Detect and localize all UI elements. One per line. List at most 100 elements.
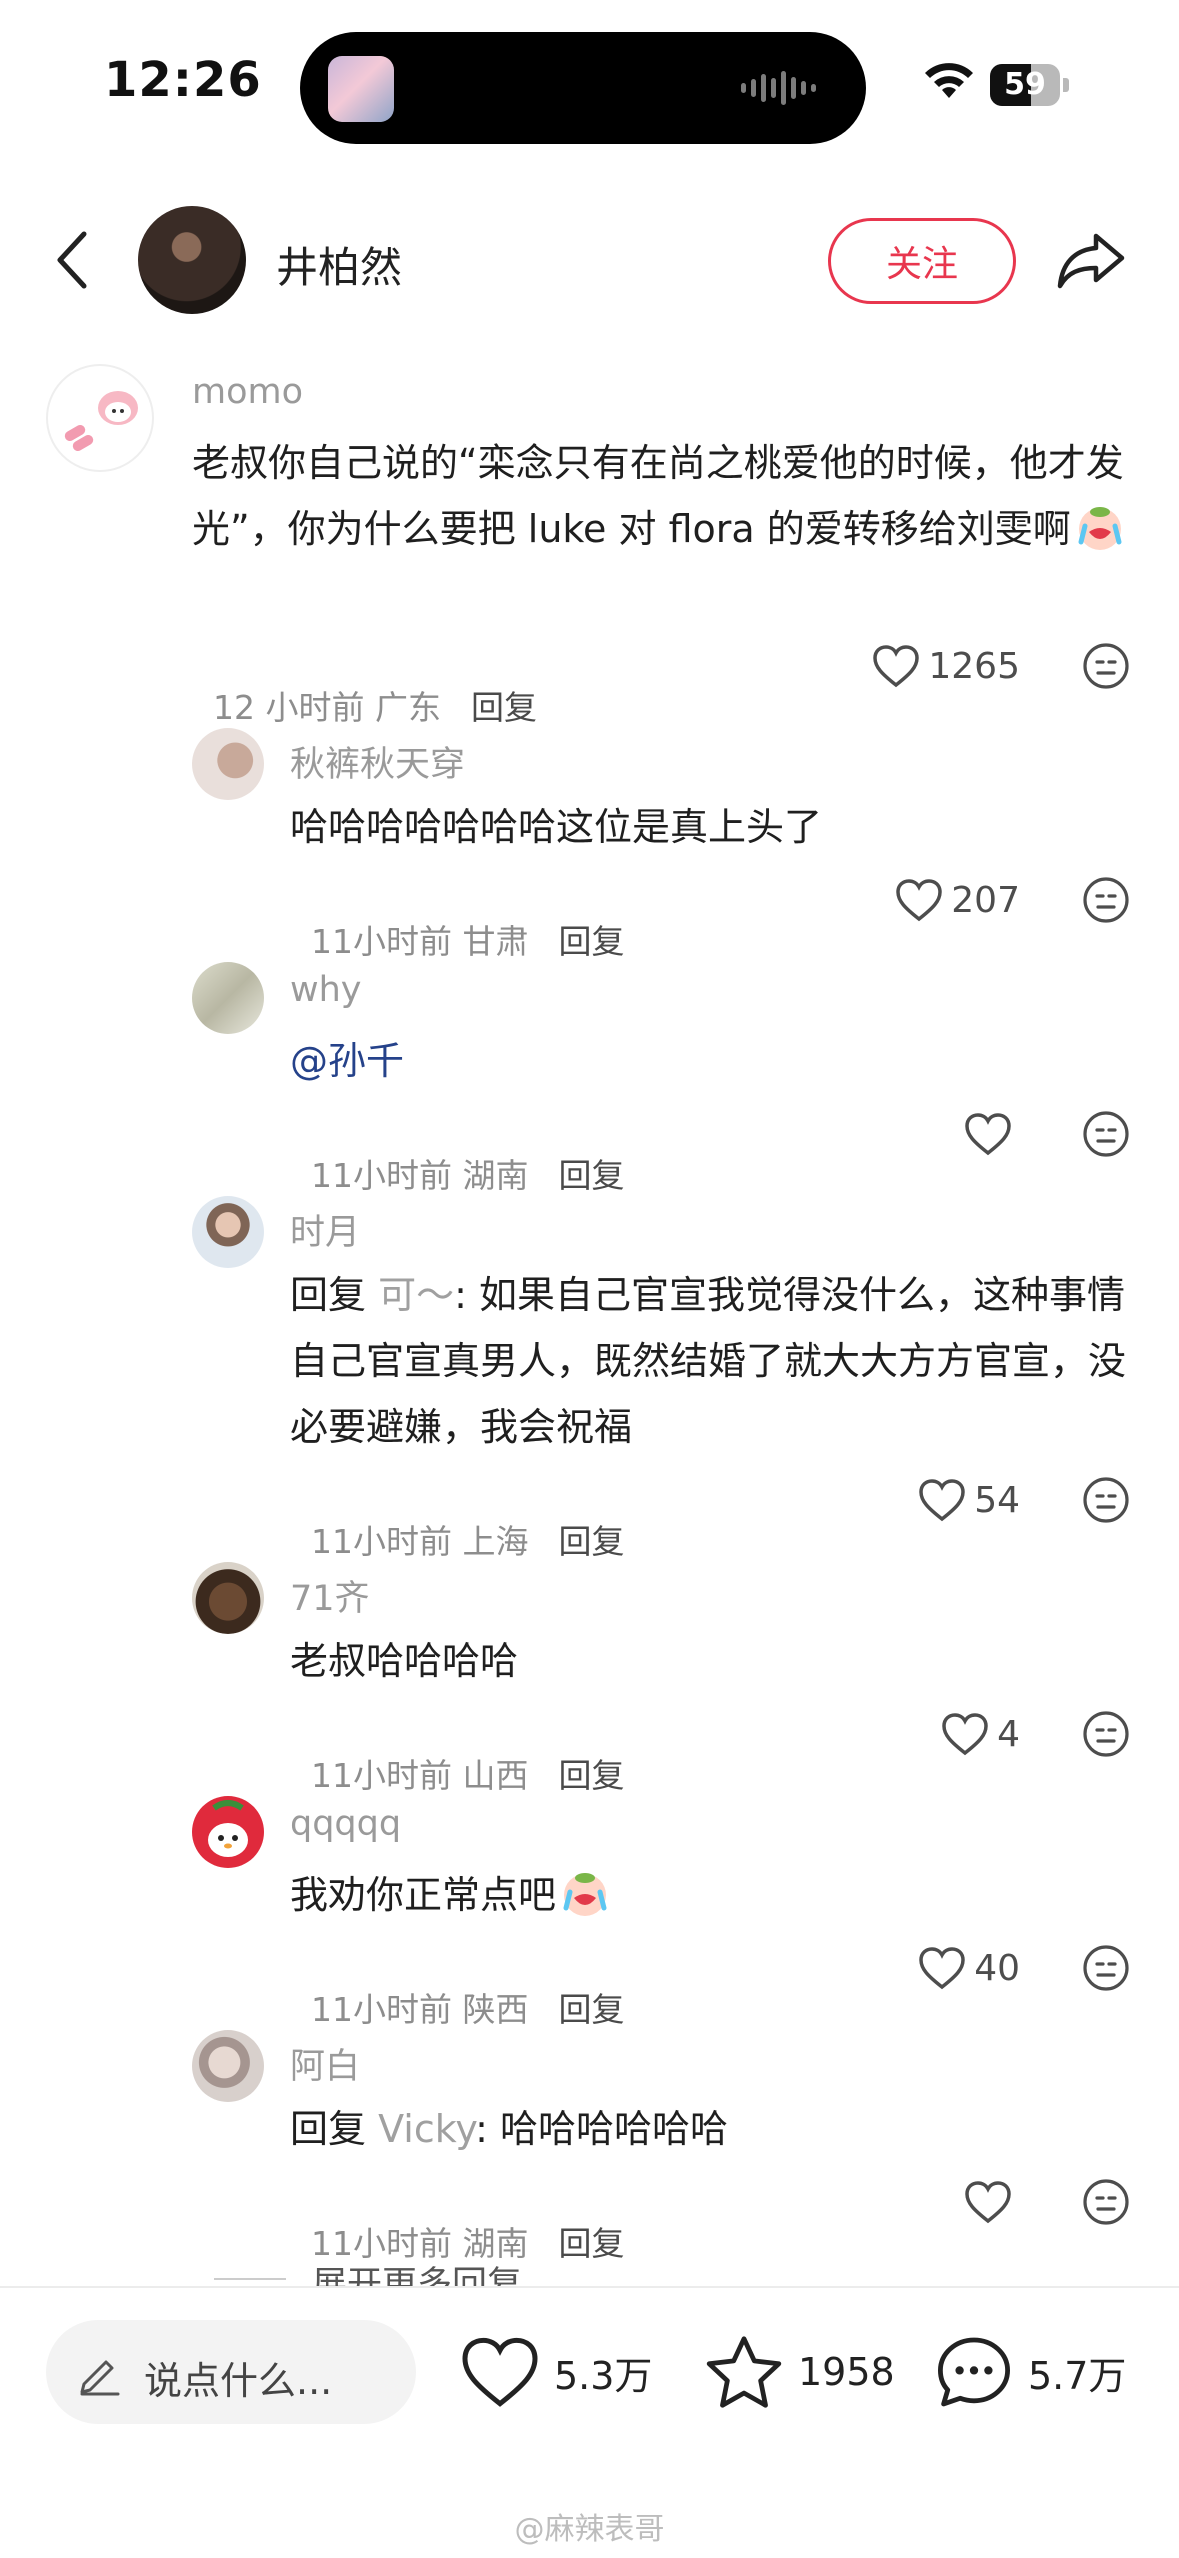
like-count: 207 (951, 879, 1020, 921)
comment-meta: 11小时前 湖南 回复 (290, 2178, 625, 2265)
face-icon[interactable] (1082, 1476, 1130, 1524)
crying-emoji-icon (1078, 507, 1122, 550)
like-button[interactable]: 4 (780, 1704, 1020, 1764)
comment-avatar[interactable] (192, 1196, 264, 1268)
dynamic-island[interactable] (300, 32, 866, 144)
reply-button[interactable]: 回复 (558, 1990, 624, 2029)
comment-avatar[interactable] (192, 2030, 264, 2102)
heart-icon (919, 1947, 965, 1990)
comment-location: 陕西 (462, 1990, 529, 2029)
face-icon[interactable] (1082, 1944, 1130, 1992)
comment-avatar[interactable] (192, 1562, 264, 1634)
heart-icon (965, 1113, 1011, 1156)
reply-button[interactable]: 回复 (558, 1756, 624, 1795)
comment-text: 我劝你正常点吧 (290, 1862, 610, 1928)
reply-button[interactable]: 回复 (558, 922, 624, 961)
face-icon[interactable] (1082, 2178, 1130, 2226)
comment-input[interactable]: 说点什么... (46, 2320, 416, 2424)
like-button[interactable]: 207 (780, 870, 1020, 930)
comment-text: 老叔哈哈哈哈 (290, 1639, 519, 1683)
like-count: 1265 (928, 645, 1020, 687)
comment-location: 广东 (374, 688, 441, 727)
reply-button[interactable]: 回复 (558, 1522, 624, 1561)
like-count: 40 (974, 1947, 1020, 1989)
comment-meta: 11小时前 上海 回复 (290, 1476, 625, 1563)
like-button[interactable] (780, 1104, 1020, 1164)
pencil-icon (80, 2360, 120, 2396)
crying-emoji-icon (563, 1873, 607, 1916)
follow-button[interactable]: 关注 (828, 218, 1016, 304)
reply-button[interactable]: 回复 (471, 688, 537, 727)
comment-username[interactable]: 71齐 (290, 1570, 370, 1621)
face-icon[interactable] (1082, 642, 1130, 690)
collect-button[interactable]: 1958 (704, 2322, 895, 2422)
reply-button[interactable]: 回复 (558, 2224, 624, 2263)
heart-icon (919, 1479, 965, 1522)
status-time: 12:26 (104, 52, 262, 108)
like-button[interactable]: 54 (780, 1470, 1020, 1530)
comment-avatar[interactable] (192, 728, 264, 800)
author-avatar[interactable] (138, 206, 246, 314)
collect-count: 1958 (798, 2350, 895, 2394)
reply-to-user[interactable]: 可～ (378, 1273, 454, 1317)
comment-bubble-icon (938, 2337, 1010, 2407)
comment-username[interactable]: 阿白 (290, 2038, 360, 2089)
face-icon[interactable] (1082, 1110, 1130, 1158)
comment-username[interactable]: qqqqq (290, 1804, 401, 1844)
like-count: 54 (974, 1479, 1020, 1521)
comment-count-button[interactable]: 5.7万 (934, 2322, 1126, 2422)
heart-icon (873, 645, 920, 688)
bottom-action-bar: 说点什么... 5.3万 1958 5.7万 @麻辣表哥 (0, 2286, 1179, 2558)
mention-link[interactable]: @孙千 (290, 1028, 404, 1094)
comment-avatar[interactable] (192, 1796, 264, 1868)
comment-time: 11小时前 (310, 1522, 452, 1561)
comment-username[interactable]: 时月 (290, 1204, 360, 1255)
reply-prefix: 回复 (290, 1273, 367, 1317)
star-icon (706, 2336, 782, 2408)
comment-input-placeholder: 说点什么... (144, 2359, 333, 2403)
face-icon[interactable] (1082, 1710, 1130, 1758)
watermark: @麻辣表哥 (514, 2512, 665, 2547)
comment-location: 甘肃 (462, 922, 529, 961)
like-button[interactable]: 40 (780, 1938, 1020, 1998)
share-icon[interactable] (1056, 228, 1128, 292)
comment-avatar[interactable] (46, 364, 154, 472)
face-icon[interactable] (1082, 876, 1130, 924)
reply-to-user[interactable]: Vicky (378, 2107, 475, 2151)
post-like-button[interactable]: 5.3万 (460, 2322, 652, 2422)
wifi-icon (925, 63, 973, 98)
reply-prefix: 回复 (290, 2107, 367, 2151)
comment-text: 哈哈哈哈哈哈哈这位是真上头了 (290, 805, 823, 849)
comment-meta: 12 小时前 广东 回复 (192, 642, 537, 729)
battery-icon: 59 (990, 64, 1070, 106)
comment-username[interactable]: why (290, 970, 362, 1010)
comment-avatar[interactable] (192, 962, 264, 1034)
like-count: 4 (997, 1713, 1020, 1755)
battery-percent: 59 (1004, 67, 1046, 102)
expand-more-replies[interactable]: 展开更多回复 (312, 2256, 522, 2286)
now-playing-artwork[interactable] (328, 56, 394, 122)
comment-text: 老叔你自己说的“栾念只有在尚之桃爱他的时候，他才发光”，你为什么要把 luke … (192, 430, 1132, 562)
comment-text: 回复 Vicky: 哈哈哈哈哈哈 (290, 2096, 728, 2162)
heart-icon (942, 1713, 988, 1756)
comment-username[interactable]: momo (192, 372, 303, 412)
comment-time: 11小时前 (310, 1756, 452, 1795)
author-name[interactable]: 井柏然 (276, 234, 402, 295)
back-icon[interactable] (50, 228, 94, 292)
comment-text: 回复 可～: 如果自己官宣我觉得没什么，这种事情自己官宣真男人，既然结婚了就大大… (290, 1262, 1130, 1460)
comment-username[interactable]: 秋裤秋天穿 (290, 736, 465, 787)
comment-time: 11小时前 (310, 1990, 452, 2029)
like-button[interactable]: 1265 (780, 636, 1020, 696)
reply-button[interactable]: 回复 (558, 1156, 624, 1195)
comment-location: 上海 (462, 1522, 529, 1561)
comment-time: 11小时前 (310, 1156, 452, 1195)
comment-time: 11小时前 (310, 922, 452, 961)
comment-time: 12 小时前 (212, 688, 365, 727)
like-button[interactable] (780, 2172, 1020, 2232)
expand-divider (214, 2278, 286, 2280)
comment-meta: 11小时前 山西 回复 (290, 1710, 625, 1797)
comment-location: 山西 (462, 1756, 529, 1795)
comment-text-body: 老叔你自己说的“栾念只有在尚之桃爱他的时候，他才发光”，你为什么要把 luke … (192, 441, 1124, 551)
audio-waveform-icon (741, 70, 816, 106)
comment-location: 湖南 (462, 1156, 529, 1195)
